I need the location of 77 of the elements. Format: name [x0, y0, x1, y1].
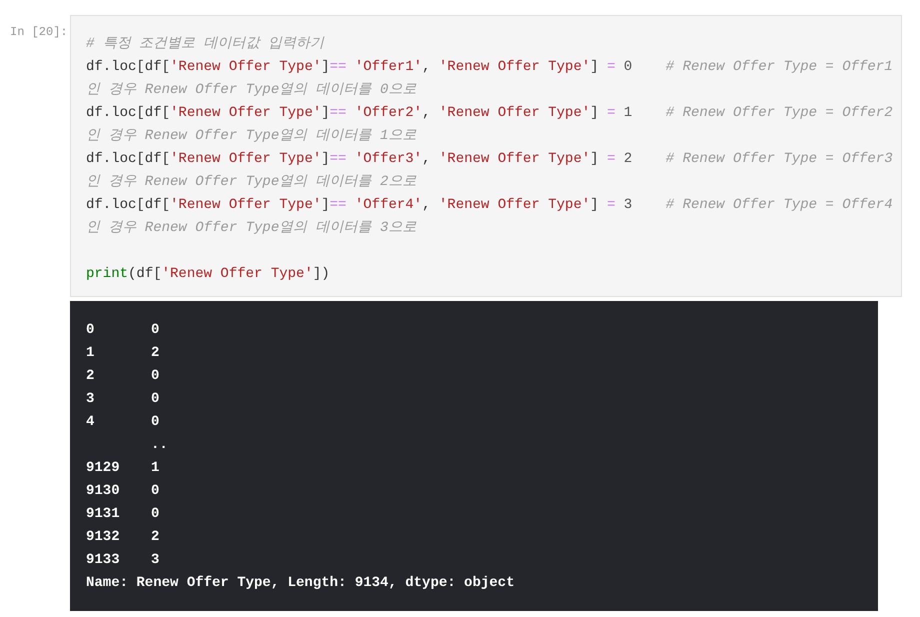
cell-prompt: In [20]: [10, 25, 68, 39]
code-text: ]) [312, 266, 330, 282]
operator: == [330, 197, 346, 213]
code-comment: # Renew Offer Type = Offer1 [664, 59, 893, 75]
code-comment: # 특정 조건별로 데이터값 입력하기 [86, 36, 324, 52]
row-index: 4 [86, 414, 94, 430]
code-text: df.loc[df[ [86, 105, 170, 121]
row-value: 1 [151, 459, 160, 478]
code-comment: 인 경우 Renew Offer Type열의 데이터를 2으로 [86, 174, 416, 190]
number-literal: 3 [622, 197, 632, 213]
builtin-name: print [86, 266, 128, 282]
row-index: 9130 [86, 483, 120, 499]
operator: = [606, 151, 616, 167]
code-text: (df[ [128, 266, 162, 282]
code-text: ] [590, 105, 600, 121]
code-text: , [422, 59, 432, 75]
code-text: df.loc[df[ [86, 59, 170, 75]
code-comment: 인 경우 Renew Offer Type열의 데이터를 0으로 [86, 82, 416, 98]
row-value: 0 [151, 505, 160, 524]
string-literal: 'Renew Offer Type' [438, 197, 590, 213]
string-literal: 'Renew Offer Type' [438, 105, 590, 121]
operator: == [330, 105, 346, 121]
string-literal: 'Renew Offer Type' [170, 59, 322, 75]
code-comment: # Renew Offer Type = Offer2 [664, 105, 893, 121]
row-index: 1 [86, 345, 94, 361]
code-text: ] [321, 151, 330, 167]
code-text: ] [590, 151, 600, 167]
number-literal: 1 [622, 105, 632, 121]
code-comment: 인 경우 Renew Offer Type열의 데이터를 3으로 [86, 220, 416, 236]
row-value: 0 [151, 321, 160, 340]
code-text: , [422, 151, 432, 167]
number-literal: 0 [622, 59, 632, 75]
string-literal: 'Offer2' [354, 105, 422, 121]
operator: = [606, 59, 616, 75]
operator: == [330, 59, 346, 75]
string-literal: 'Offer4' [354, 197, 422, 213]
row-value: 2 [151, 528, 160, 547]
string-literal: 'Offer1' [354, 59, 422, 75]
string-literal: 'Renew Offer Type' [162, 266, 313, 282]
row-value: 0 [151, 413, 160, 432]
code-text: , [422, 105, 432, 121]
code-text: , [422, 197, 432, 213]
row-index: 2 [86, 368, 94, 384]
row-index: 9133 [86, 552, 120, 568]
code-text: ] [590, 59, 600, 75]
row-index: 3 [86, 391, 94, 407]
row-index: 0 [86, 322, 94, 338]
string-literal: 'Renew Offer Type' [438, 151, 590, 167]
code-text: df.loc[df[ [86, 151, 170, 167]
string-literal: 'Renew Offer Type' [170, 151, 322, 167]
row-index: 9131 [86, 506, 120, 522]
series-summary: Name: Renew Offer Type, Length: 9134, dtype: object [86, 575, 514, 591]
code-text: ] [321, 105, 330, 121]
row-value: 2 [151, 344, 160, 363]
string-literal: 'Offer3' [354, 151, 422, 167]
code-comment: # Renew Offer Type = Offer4 [664, 197, 893, 213]
code-text: df.loc[df[ [86, 197, 170, 213]
operator: = [606, 197, 616, 213]
code-cell[interactable] [70, 15, 902, 297]
string-literal: 'Renew Offer Type' [170, 197, 322, 213]
operator: == [330, 151, 346, 167]
number-literal: 2 [622, 151, 632, 167]
operator: = [606, 105, 616, 121]
row-value: 0 [151, 390, 160, 409]
string-literal: 'Renew Offer Type' [438, 59, 590, 75]
row-value: .. [151, 436, 168, 455]
code-text: ] [321, 197, 330, 213]
row-index: 9129 [86, 460, 120, 476]
row-index: 9132 [86, 529, 120, 545]
string-literal: 'Renew Offer Type' [170, 105, 322, 121]
code-text: ] [590, 197, 600, 213]
code-text: ] [321, 59, 330, 75]
row-value: 0 [151, 482, 160, 501]
code-comment: 인 경우 Renew Offer Type열의 데이터를 1으로 [86, 128, 416, 144]
code-comment: # Renew Offer Type = Offer3 [664, 151, 893, 167]
row-value: 0 [151, 367, 160, 386]
row-value: 3 [151, 551, 160, 570]
